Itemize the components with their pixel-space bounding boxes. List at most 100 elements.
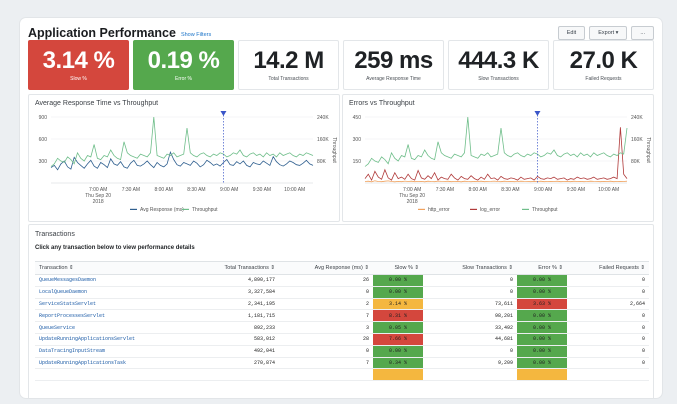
cell-slow-transactions: 0	[423, 286, 517, 299]
table-row[interactable]: UpdateRunningApplicationsServlet 583,012 2…	[35, 333, 649, 346]
column-header-slow-percent[interactable]: Slow % ⇕	[373, 261, 423, 275]
cell-failed-requests: 0	[567, 321, 649, 334]
table-row[interactable]: ReportProcessesServlet 1,181,715 7 8.31 % 98…	[35, 309, 649, 323]
edit-button[interactable]: Edit	[557, 26, 586, 40]
cell-total-transactions	[185, 368, 279, 382]
series-line-throughput	[50, 116, 314, 167]
kpi-label: Average Response Time	[366, 76, 421, 82]
cell-total-transactions: 2,341,195	[185, 298, 279, 311]
cell-error-percent: 0.00 %	[517, 357, 567, 370]
series-line-log-error	[364, 127, 628, 182]
cell-error-percent	[517, 368, 567, 382]
cell-avg-response: 26	[279, 274, 373, 287]
y-right-axis-label: Throughput	[331, 137, 337, 163]
transaction-name-link[interactable]: UpdateRunningApplicationsServlet	[35, 333, 185, 346]
column-header-avg-response[interactable]: Avg Response (ms) ⇕	[279, 261, 373, 275]
transaction-name-link[interactable]	[35, 368, 185, 382]
kpi-error-percent[interactable]: 0.19 % Error %	[133, 40, 234, 90]
cell-failed-requests	[567, 368, 649, 382]
export-button[interactable]: Export ▾	[589, 26, 628, 40]
legend-label: Avg Response (ms)	[140, 207, 184, 213]
cell-slow-percent: 0.00 %	[373, 345, 423, 358]
cell-total-transactions: 492,041	[185, 345, 279, 358]
table-row[interactable]: ServiceStatsServlet 2,341,195 2 3.14 % 73,61…	[35, 298, 649, 311]
transaction-name-link[interactable]: QueueService	[35, 321, 185, 334]
kpi-total-transactions[interactable]: 14.2 M Total Transactions	[238, 40, 339, 90]
kpi-failed-requests[interactable]: 27.0 K Failed Requests	[553, 40, 654, 90]
transaction-name-link[interactable]: UpdateRunningApplicationsTask	[35, 357, 185, 370]
table-row[interactable]: LocalQueueDaemon 3,327,584 0 0.00 % 0 0.00 % 0	[35, 286, 649, 299]
cell-slow-transactions: 33,492	[423, 321, 517, 334]
x-tick-label: 8:00 AM	[154, 187, 172, 193]
y-right-tick-label: 160K	[317, 137, 329, 143]
transaction-name-link[interactable]: ServiceStatsServlet	[35, 298, 185, 311]
y-right-tick-label: 240K	[317, 115, 329, 121]
cell-error-percent: 0.00 %	[517, 321, 567, 334]
cell-total-transactions: 4,890,177	[185, 274, 279, 287]
transactions-title: Transactions	[35, 231, 75, 238]
x-tick-label: 7:00 AM Thu Sep 20 2018	[85, 187, 111, 205]
scroll-fade	[29, 391, 653, 398]
cell-error-percent: 0.00 %	[517, 309, 567, 323]
column-header-slow-transactions[interactable]: Slow Transactions ⇕	[423, 261, 517, 275]
transaction-name-link[interactable]: QueueMessagesDaemon	[35, 274, 185, 287]
cell-failed-requests: 0	[567, 274, 649, 287]
table-row[interactable]	[35, 368, 649, 382]
kpi-average-response-time[interactable]: 259 ms Average Response Time	[343, 40, 444, 90]
table-row[interactable]: UpdateRunningApplicationsTask 270,874 7 0.3…	[35, 357, 649, 370]
kpi-label: Slow Transactions	[478, 76, 519, 82]
table-row[interactable]: DataTracingInputStream 492,041 0 0.00 % 0 0.0…	[35, 345, 649, 358]
column-header-error-percent[interactable]: Error % ⇕	[517, 261, 567, 275]
transactions-panel: Transactions Click any transaction below…	[28, 224, 654, 398]
kpi-slow-transactions[interactable]: 444.3 K Slow Transactions	[448, 40, 549, 90]
cell-avg-response: 7	[279, 309, 373, 323]
column-header-failed-requests[interactable]: Failed Requests ⇕	[567, 261, 649, 275]
series-line-http-error	[364, 180, 628, 183]
table-row[interactable]: QueueMessagesDaemon 4,890,177 26 0.00 % 0 0.0…	[35, 274, 649, 287]
kpi-slow-percent[interactable]: 3.14 % Slow %	[28, 40, 129, 90]
cell-error-percent: 3.63 %	[517, 298, 567, 311]
y-right-tick-label: 80K	[631, 159, 641, 165]
x-tick-label: 10:00 AM	[598, 187, 619, 193]
y-left-tick-label: 150	[353, 159, 362, 165]
x-tick-label: 9:00 AM	[534, 187, 552, 193]
column-header-total-transactions[interactable]: Total Transactions ⇕	[185, 261, 279, 275]
x-tick-label: 8:30 AM	[501, 187, 519, 193]
cell-avg-response: 0	[279, 286, 373, 299]
kpi-label: Slow %	[70, 76, 87, 82]
cell-avg-response: 7	[279, 357, 373, 370]
transaction-name-link[interactable]: ReportProcessesServlet	[35, 309, 185, 323]
cell-slow-transactions: 98,201	[423, 309, 517, 323]
cell-total-transactions: 3,327,584	[185, 286, 279, 299]
table-row[interactable]: QueueService 892,233 3 0.05 % 33,492 0.00 % 0	[35, 321, 649, 334]
cell-slow-percent: 3.14 %	[373, 298, 423, 311]
cell-error-percent: 0.00 %	[517, 274, 567, 287]
x-tick-label: 9:00 AM	[220, 187, 238, 193]
cell-slow-percent: 0.05 %	[373, 321, 423, 334]
page-title: Application Performance	[28, 26, 176, 40]
kpi-value: 444.3 K	[458, 47, 539, 74]
x-tick-label: 8:00 AM	[468, 187, 486, 193]
column-header-transaction[interactable]: Transaction ⇕	[35, 261, 185, 275]
header-actions: Edit Export ▾ ...	[557, 26, 654, 40]
cell-avg-response	[279, 368, 373, 382]
cell-slow-percent: 0.34 %	[373, 357, 423, 370]
errors-throughput-panel: Errors vs Throughput 450 300 150 240K 160K 80…	[342, 94, 654, 222]
kpi-value: 259 ms	[354, 47, 433, 74]
cell-slow-transactions: 0	[423, 345, 517, 358]
cell-slow-transactions: 73,611	[423, 298, 517, 311]
show-filters-link[interactable]: Show Filters	[181, 32, 211, 38]
transaction-name-link[interactable]: DataTracingInputStream	[35, 345, 185, 358]
y-left-tick-label: 450	[353, 115, 362, 121]
y-left-tick-label: 600	[39, 137, 48, 143]
kpi-value: 3.14 %	[42, 47, 115, 74]
x-tick-label: 9:30 AM	[253, 187, 271, 193]
cell-failed-requests: 0	[567, 286, 649, 299]
cell-slow-transactions: 9,209	[423, 357, 517, 370]
more-button[interactable]: ...	[631, 26, 654, 40]
transaction-name-link[interactable]: LocalQueueDaemon	[35, 286, 185, 299]
kpi-value: 0.19 %	[147, 47, 220, 74]
response-throughput-panel: Average Response Time vs Throughput 900 6…	[28, 94, 340, 222]
kpi-label: Error %	[175, 76, 192, 82]
y-right-axis-label: Throughput	[645, 137, 651, 163]
